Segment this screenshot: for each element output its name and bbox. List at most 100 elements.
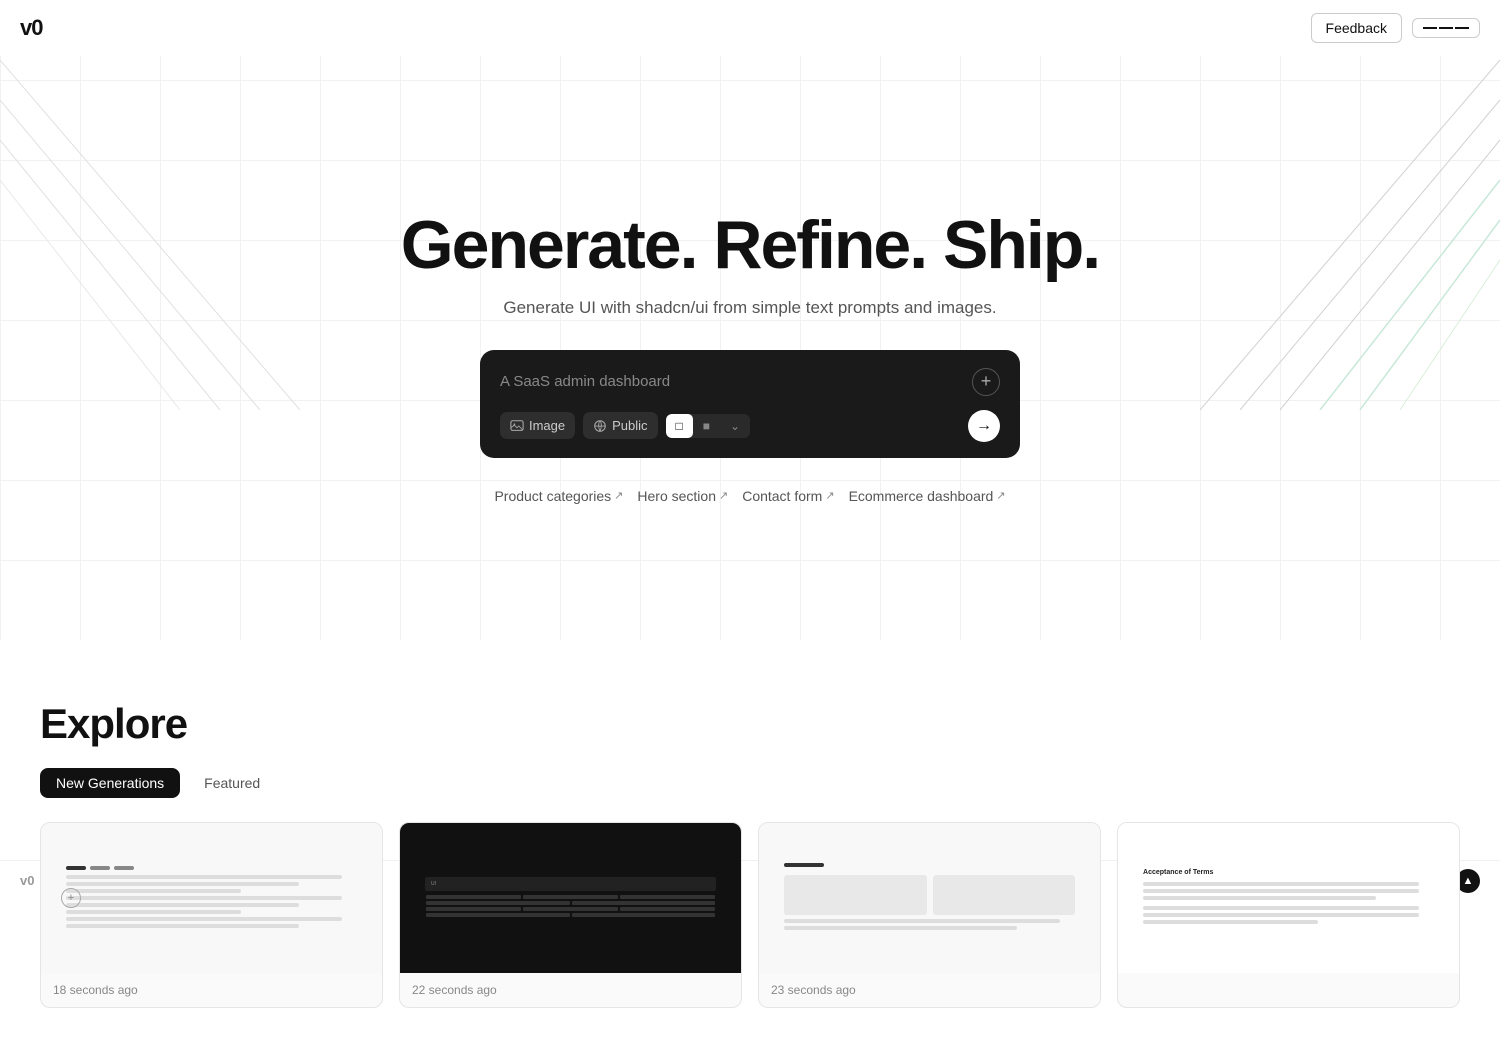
card-4[interactable]: Acceptance of Terms (1117, 822, 1460, 1008)
suggestion-contact-form[interactable]: Contact form ↗ (738, 486, 838, 506)
mini-heading: Acceptance of Terms (1143, 869, 1434, 876)
mini-cell-8 (620, 907, 715, 911)
add-attachment-button[interactable]: + (972, 368, 1000, 396)
toggle-chevron[interactable]: ⌄ (720, 414, 750, 438)
mini-block-1 (784, 875, 926, 915)
mini-dark-row-1 (425, 895, 716, 899)
hero-title: Generate. Refine. Ship. (401, 210, 1099, 281)
card-time-2: 22 seconds ago (412, 983, 729, 997)
cards-row: + 18 seconds ago UI (40, 822, 1460, 1008)
mini-line-4 (66, 896, 342, 900)
card-info-3: 23 seconds ago (759, 973, 1100, 1007)
explore-section: Explore New Generations Featured (0, 640, 1500, 1048)
mini-nav-2 (90, 866, 110, 870)
mini-line-6 (66, 910, 241, 914)
card-3[interactable]: 23 seconds ago (758, 822, 1101, 1008)
tabs: New Generations Featured (40, 768, 1460, 798)
mini-line-1 (66, 875, 342, 879)
mini-cell-6 (426, 907, 521, 911)
mini-line-a (784, 919, 1060, 923)
suggestion-hero-section[interactable]: Hero section ↗ (633, 486, 732, 506)
suggestion-arrow-3: ↗ (996, 489, 1005, 502)
mini-line-7 (66, 917, 342, 921)
menu-line3 (1455, 27, 1469, 29)
prompt-controls-left: Image Public □ ■ ⌄ (500, 412, 750, 439)
mini-dark-row-3 (425, 907, 716, 911)
mini-dark-row-2 (425, 901, 716, 905)
card-thumb-4: Acceptance of Terms (1118, 823, 1459, 973)
mini-line-c4 (1143, 906, 1419, 910)
suggestion-arrow-2: ↗ (825, 489, 834, 502)
mini-line-c1 (1143, 882, 1419, 886)
suggestion-product-categories[interactable]: Product categories ↗ (490, 486, 627, 506)
card-time-1: 18 seconds ago (53, 983, 370, 997)
card-1[interactable]: + 18 seconds ago (40, 822, 383, 1008)
explore-title: Explore (40, 700, 1460, 748)
card-2[interactable]: UI (399, 822, 742, 1008)
mini-line-b (784, 926, 1017, 930)
mini-cell-3 (620, 895, 715, 899)
mini-line-2 (66, 882, 299, 886)
mini-cell-2 (523, 895, 618, 899)
menu-button[interactable] (1412, 18, 1480, 38)
mini-line-c6 (1143, 920, 1318, 924)
mini-line-8 (66, 924, 299, 928)
mini-cell-5 (572, 901, 715, 905)
suggestion-label-1: Hero section (637, 488, 716, 504)
mini-line-5 (66, 903, 299, 907)
card-mini-ui-3 (776, 855, 1083, 941)
hero-section: Generate. Refine. Ship. Generate UI with… (0, 0, 1500, 640)
mini-block-2 (933, 875, 1075, 915)
mini-grid (784, 875, 1075, 915)
header-right: Feedback (1311, 13, 1480, 43)
feedback-button[interactable]: Feedback (1311, 13, 1402, 43)
image-icon (510, 419, 524, 433)
mini-cell-9 (426, 913, 569, 917)
prompt-input-row: + (500, 368, 1000, 396)
suggestion-label-2: Contact form (742, 488, 822, 504)
suggestion-ecommerce-dashboard[interactable]: Ecommerce dashboard ↗ (845, 486, 1010, 506)
suggestions: Product categories ↗ Hero section ↗ Cont… (401, 486, 1099, 506)
mini-cell-1 (426, 895, 521, 899)
submit-button[interactable]: → (968, 410, 1000, 442)
suggestion-arrow-0: ↗ (614, 489, 623, 502)
prompt-input[interactable] (500, 373, 972, 390)
toggle-light[interactable]: □ (666, 414, 693, 438)
image-button[interactable]: Image (500, 412, 575, 439)
card-thumb-1: + (41, 823, 382, 973)
toggle-group: □ ■ ⌄ (666, 414, 751, 438)
public-label: Public (612, 418, 647, 433)
menu-line2 (1439, 27, 1453, 29)
prompt-box: + Image Public □ ■ ⌄ (480, 350, 1020, 458)
card-mini-ui-4: Acceptance of Terms (1135, 861, 1442, 935)
prompt-controls: Image Public □ ■ ⌄ → (500, 410, 1000, 442)
card-info-1: 18 seconds ago (41, 973, 382, 1007)
suggestion-label-3: Ecommerce dashboard (849, 488, 994, 504)
card-info-2: 22 seconds ago (400, 973, 741, 1007)
card-thumb-3 (759, 823, 1100, 973)
mini-dark-header: UI (425, 877, 716, 891)
mini-nav-3 (114, 866, 134, 870)
toggle-dark[interactable]: ■ (693, 414, 720, 438)
tab-new-generations[interactable]: New Generations (40, 768, 180, 798)
globe-icon (593, 419, 607, 433)
mini-line-c2 (1143, 889, 1419, 893)
mini-dark-row-4 (425, 913, 716, 917)
deco-lines-right (1200, 60, 1500, 410)
card-mini-ui-2: UI (417, 869, 724, 927)
public-button[interactable]: Public (583, 412, 657, 439)
menu-line1 (1423, 27, 1437, 29)
suggestion-arrow-1: ↗ (719, 489, 728, 502)
tab-featured[interactable]: Featured (188, 768, 276, 798)
hero-content: Generate. Refine. Ship. Generate UI with… (381, 150, 1119, 545)
image-label: Image (529, 418, 565, 433)
submit-arrow: → (976, 417, 992, 435)
mini-line-c5 (1143, 913, 1419, 917)
card-info-4 (1118, 973, 1459, 993)
card-mini-ui-1 (58, 858, 365, 939)
deco-lines-left (0, 60, 300, 410)
card-time-3: 23 seconds ago (771, 983, 1088, 997)
suggestion-label-0: Product categories (494, 488, 611, 504)
card-thumb-2: UI (400, 823, 741, 973)
mini-line-3 (66, 889, 241, 893)
